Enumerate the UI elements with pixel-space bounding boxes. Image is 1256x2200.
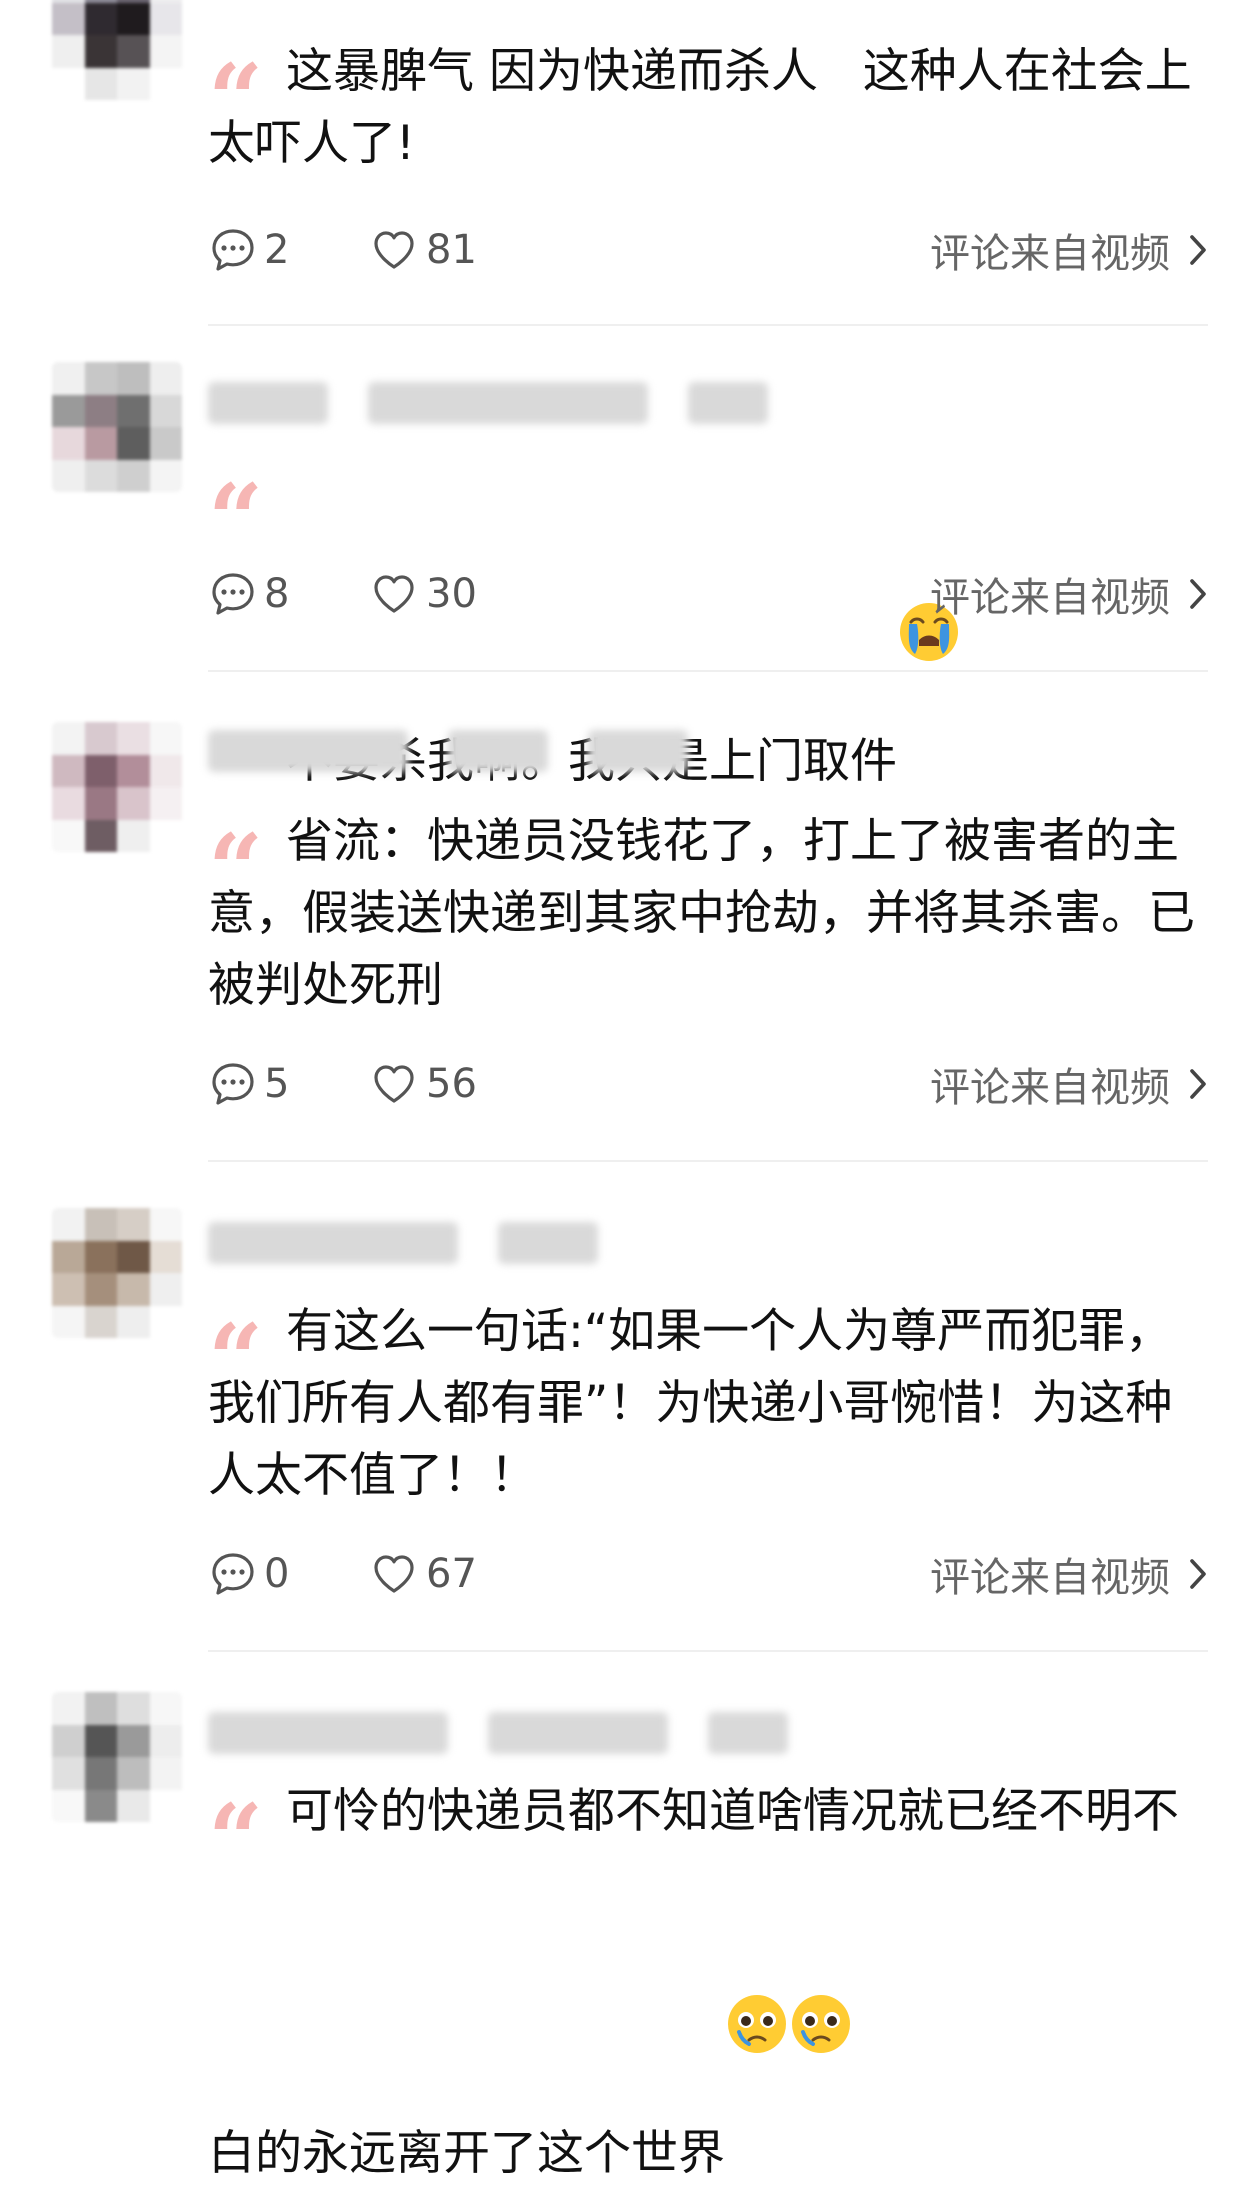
comment-source-link[interactable]: 评论来自视频: [930, 1054, 1208, 1114]
reply-count: 0: [264, 1551, 290, 1597]
pleading-face-icon: [789, 1848, 853, 2053]
comment-source-link[interactable]: 评论来自视频: [930, 1544, 1208, 1604]
username-blurred: [208, 382, 768, 424]
reply-count: 8: [264, 571, 290, 617]
like-button[interactable]: 81: [370, 220, 477, 280]
reply-button[interactable]: 5: [208, 1054, 289, 1114]
comment-text: 可怜的快递员都不知道啥情况就已经不明不白的永远离开了这个世界: [208, 1776, 1208, 2190]
avatar[interactable]: [52, 0, 182, 100]
avatar[interactable]: [52, 722, 182, 852]
comment-text: 省流：快递员没钱花了，打上了被害者的主意，假装送快递到其家中抢劫，并将其杀害。已…: [208, 814, 1195, 1013]
comment-source-label: 评论来自视频: [930, 575, 1170, 621]
divider: [208, 324, 1208, 326]
chevron-right-icon: [1188, 577, 1208, 611]
like-count: 30: [426, 571, 477, 617]
username-blurred: [208, 1222, 598, 1264]
like-count: 56: [426, 1061, 477, 1107]
heart-outline-icon: [370, 1060, 418, 1108]
heart-outline-icon: [370, 570, 418, 618]
divider: [208, 1650, 1208, 1652]
chat-bubble-icon: [208, 1549, 258, 1599]
comment-source-link[interactable]: 评论来自视频: [930, 220, 1208, 280]
username-blurred: [208, 1712, 788, 1754]
comment-text: 这暴脾气 因为快递而杀人 这种人在社会上太吓人了!: [208, 44, 1192, 171]
chat-bubble-icon: [208, 569, 258, 619]
comment-source-label: 评论来自视频: [930, 1555, 1170, 1601]
avatar[interactable]: [52, 1208, 182, 1338]
heart-outline-icon: [370, 1550, 418, 1598]
comment-actions: 0 67 评论来自视频: [208, 1544, 1208, 1604]
comment-text: 有这么一句话:“如果一个人为尊严而犯罪，我们所有人都有罪”！为快递小哥惋惜！为这…: [208, 1304, 1173, 1503]
comment-actions: 8 30 评论来自视频: [208, 564, 1208, 624]
like-button[interactable]: 30: [370, 564, 477, 624]
comment-actions: 2 81 评论来自视频: [208, 220, 1208, 280]
reply-count: 2: [264, 227, 290, 273]
comment-source-label: 评论来自视频: [930, 231, 1170, 277]
like-count: 81: [426, 227, 477, 273]
divider: [208, 670, 1208, 672]
comment-source-link[interactable]: 评论来自视频: [930, 564, 1208, 624]
comment-feed: “ 这暴脾气 因为快递而杀人 这种人在社会上太吓人了! 2 81 评论来自视频: [0, 0, 1256, 2181]
avatar[interactable]: [52, 1692, 182, 1822]
like-count: 67: [426, 1551, 477, 1597]
chevron-right-icon: [1188, 1067, 1208, 1101]
avatar[interactable]: [52, 362, 182, 492]
like-button[interactable]: 67: [370, 1544, 477, 1604]
pleading-face-icon: [725, 1848, 789, 2053]
username-blurred: [208, 730, 688, 772]
comment-source-label: 评论来自视频: [930, 1065, 1170, 1111]
chat-bubble-icon: [208, 225, 258, 275]
like-button[interactable]: 56: [370, 1054, 477, 1114]
divider: [208, 1160, 1208, 1162]
loudly-crying-face-icon: [897, 456, 961, 661]
comment-text-content: 可怜的快递员都不知道啥情况就已经不明不白的永远离开了这个世界: [208, 1784, 1179, 2181]
chat-bubble-icon: [208, 1059, 258, 1109]
reply-button[interactable]: 0: [208, 1544, 289, 1604]
heart-outline-icon: [370, 226, 418, 274]
chevron-right-icon: [1188, 233, 1208, 267]
reply-count: 5: [264, 1061, 290, 1107]
reply-button[interactable]: 8: [208, 564, 289, 624]
chevron-right-icon: [1188, 1557, 1208, 1591]
comment-actions: 5 56 评论来自视频: [208, 1054, 1208, 1114]
reply-button[interactable]: 2: [208, 220, 289, 280]
